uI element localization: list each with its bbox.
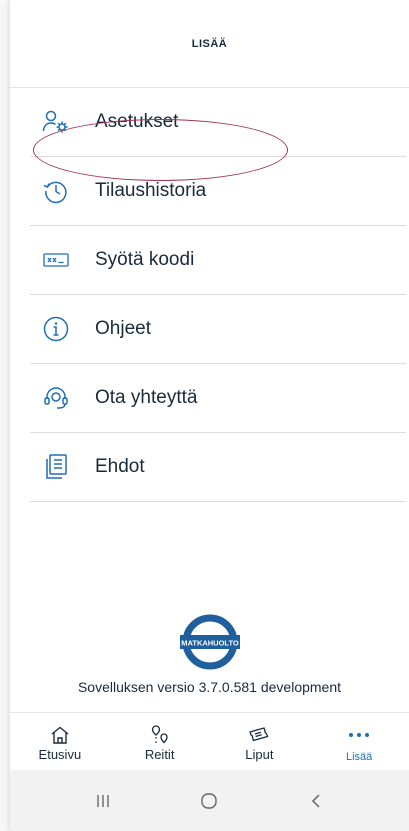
menu-item-enter-code[interactable]: Syötä koodi (30, 226, 406, 295)
more-menu: Asetukset Tilaushistoria Syötä koodi Ohj… (30, 88, 406, 502)
tab-label: Etusivu (38, 747, 82, 762)
menu-item-order-history[interactable]: Tilaushistoria (30, 157, 406, 226)
menu-item-label: Ota yhteyttä (95, 387, 198, 408)
menu-item-label: Asetukset (95, 111, 179, 132)
recent-apps-icon[interactable] (83, 786, 123, 816)
info-icon (41, 314, 71, 344)
home-button-icon[interactable] (189, 786, 229, 816)
ticket-icon (248, 725, 270, 745)
menu-item-settings[interactable]: Asetukset (30, 88, 406, 157)
menu-item-contact[interactable]: Ota yhteyttä (30, 364, 406, 433)
page-title: LISÄÄ (191, 37, 228, 50)
system-navigation-bar (10, 770, 409, 831)
tab-label: Lisää (345, 751, 373, 763)
tab-routes[interactable]: Reitit (110, 713, 210, 770)
menu-item-terms[interactable]: Ehdot (30, 433, 406, 502)
history-icon (41, 176, 71, 206)
app-screen: LISÄÄ Asetukset Tilaushistoria Syötä koo… (10, 0, 409, 831)
matkahuolto-logo: MATKAHUOLTO (179, 612, 240, 672)
more-dots-icon (348, 725, 370, 745)
tab-label: Liput (245, 747, 274, 762)
menu-item-help[interactable]: Ohjeet (30, 295, 406, 364)
bottom-tab-bar: Etusivu Reitit Liput Lisää (10, 712, 409, 770)
logo-container: MATKAHUOLTO (10, 612, 409, 672)
menu-item-label: Ehdot (95, 456, 145, 477)
app-version-text: Sovelluksen versio 3.7.0.581 development (77, 679, 342, 695)
documents-icon (41, 452, 71, 482)
tab-home[interactable]: Etusivu (10, 713, 110, 770)
menu-item-label: Tilaushistoria (95, 180, 207, 201)
code-input-icon (41, 245, 71, 275)
headset-icon (41, 383, 71, 413)
tab-label: Reitit (144, 747, 175, 762)
user-settings-icon (41, 107, 71, 137)
header: LISÄÄ (10, 0, 409, 88)
back-icon[interactable] (296, 786, 336, 816)
logo-text: MATKAHUOLTO (181, 639, 239, 648)
menu-item-label: Syötä koodi (95, 249, 195, 270)
route-icon (150, 725, 170, 745)
tab-more[interactable]: Lisää (309, 713, 409, 770)
menu-item-label: Ohjeet (95, 318, 151, 339)
tab-tickets[interactable]: Liput (210, 713, 310, 770)
home-icon (50, 725, 70, 745)
